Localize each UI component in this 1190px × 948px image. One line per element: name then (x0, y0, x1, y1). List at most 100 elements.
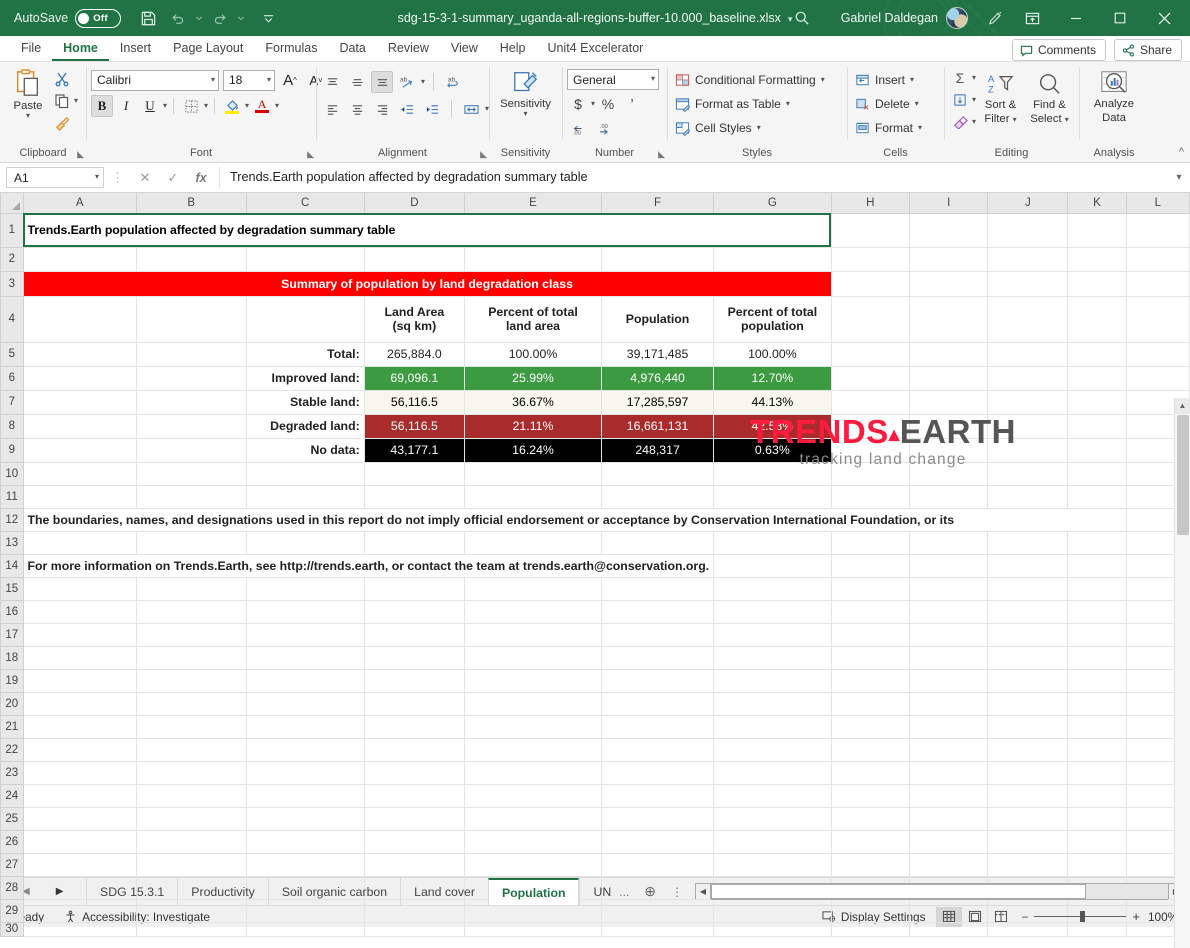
column-header-d[interactable]: D (364, 193, 464, 213)
cell-k11[interactable] (1068, 485, 1126, 508)
cell-j27[interactable] (988, 853, 1068, 876)
cell-d20[interactable] (364, 692, 464, 715)
cell-f13[interactable] (601, 531, 713, 554)
cell-b18[interactable] (136, 646, 246, 669)
name-box-dropdown-icon[interactable]: ▾ (95, 174, 99, 180)
cell-i25[interactable] (910, 807, 988, 830)
cell-k29[interactable] (1068, 899, 1126, 922)
cell-a22[interactable] (23, 738, 136, 761)
close-icon[interactable] (1142, 0, 1186, 36)
cell-g14[interactable] (714, 554, 831, 577)
cell-i10[interactable] (910, 462, 988, 485)
cell-i29[interactable] (910, 899, 988, 922)
cell-b22[interactable] (136, 738, 246, 761)
tab-file[interactable]: File (10, 39, 52, 61)
tab-review[interactable]: Review (377, 39, 440, 61)
row-header-15[interactable]: 15 (1, 577, 24, 600)
number-dialog-launcher[interactable]: ◣ (658, 149, 665, 160)
header-population[interactable]: Population (601, 296, 713, 342)
redo-dropdown-icon[interactable] (235, 4, 247, 32)
row-header-20[interactable]: 20 (1, 692, 24, 715)
vertical-scrollbar[interactable]: ▲ ▼ (1174, 398, 1190, 948)
cell-a27[interactable] (23, 853, 136, 876)
stable-percent-land[interactable]: 36.67% (465, 390, 602, 414)
align-bottom-icon[interactable] (371, 71, 393, 93)
cell-j29[interactable] (988, 899, 1068, 922)
cell-k25[interactable] (1068, 807, 1126, 830)
copy-icon[interactable] (51, 90, 73, 112)
degraded-land-area[interactable]: 56,116.5 (364, 414, 464, 438)
tab-home[interactable]: Home (52, 39, 109, 61)
cell-d25[interactable] (364, 807, 464, 830)
row-header-17[interactable]: 17 (1, 623, 24, 646)
ribbon-display-options-icon[interactable] (1010, 0, 1054, 36)
cell-i1[interactable] (910, 213, 988, 247)
cell-k4[interactable] (1068, 296, 1126, 342)
number-format-dropdown-icon[interactable]: ▾ (645, 76, 655, 82)
conditional-formatting-dropdown-icon[interactable]: ▾ (821, 77, 825, 83)
total-percent-population[interactable]: 100.00% (714, 342, 831, 366)
cell-i27[interactable] (910, 853, 988, 876)
cell-h6[interactable] (831, 366, 909, 390)
cell-g19[interactable] (714, 669, 831, 692)
orientation-icon[interactable]: ab (396, 71, 418, 93)
horizontal-scroll-thumb[interactable] (711, 884, 1086, 899)
row-header-12[interactable]: 12 (1, 508, 24, 531)
cell-j9[interactable] (988, 438, 1068, 462)
cell-g17[interactable] (714, 623, 831, 646)
paste-dropdown-icon[interactable]: ▾ (26, 113, 30, 119)
cell-c11[interactable] (246, 485, 364, 508)
cell-d18[interactable] (364, 646, 464, 669)
cell-f25[interactable] (601, 807, 713, 830)
column-header-h[interactable]: H (831, 193, 909, 213)
cell-e10[interactable] (465, 462, 602, 485)
header-percent-land-area[interactable]: Percent of total land area (465, 296, 602, 342)
cell-i4[interactable] (910, 296, 988, 342)
cell-h24[interactable] (831, 784, 909, 807)
cell-b2[interactable] (136, 247, 246, 271)
zoom-thumb[interactable] (1080, 911, 1085, 922)
paste-button[interactable]: Paste ▾ (5, 64, 51, 119)
row-header-4[interactable]: 4 (1, 296, 24, 342)
cell-a4[interactable] (23, 296, 136, 342)
header-land-area[interactable]: Land Area (sq km) (364, 296, 464, 342)
cell-k17[interactable] (1068, 623, 1126, 646)
sort-and-filter-button[interactable]: A Z Sort & Filter ▾ (976, 67, 1025, 126)
cell-a23[interactable] (23, 761, 136, 784)
percent-format-icon[interactable]: % (597, 93, 619, 115)
comments-button[interactable]: Comments (1012, 39, 1106, 61)
cell-j3[interactable] (988, 271, 1068, 296)
row-header-9[interactable]: 9 (1, 438, 24, 462)
cell-f20[interactable] (601, 692, 713, 715)
row-header-28[interactable]: 28 (1, 876, 24, 899)
row-header-6[interactable]: 6 (1, 366, 24, 390)
cell-i23[interactable] (910, 761, 988, 784)
cell-h25[interactable] (831, 807, 909, 830)
tab-view[interactable]: View (440, 39, 489, 61)
cell-j21[interactable] (988, 715, 1068, 738)
cell-h18[interactable] (831, 646, 909, 669)
clear-icon[interactable] (949, 111, 971, 133)
sensitivity-dropdown-icon[interactable]: ▾ (523, 111, 527, 117)
autosave-control[interactable]: AutoSave Off (14, 9, 121, 28)
tab-formulas[interactable]: Formulas (254, 39, 328, 61)
align-top-icon[interactable] (321, 71, 343, 93)
cell-j6[interactable] (988, 366, 1068, 390)
cell-i26[interactable] (910, 830, 988, 853)
cell-h15[interactable] (831, 577, 909, 600)
collapse-ribbon-icon[interactable]: ^ (1179, 146, 1184, 158)
row-label-degraded-land[interactable]: Degraded land: (246, 414, 364, 438)
formula-input[interactable]: Trends.Earth population affected by degr… (219, 167, 1168, 188)
borders-dropdown-icon[interactable]: ▾ (204, 103, 208, 109)
nodata-percent-population[interactable]: 0.63% (714, 438, 831, 462)
cell-i8[interactable] (910, 414, 988, 438)
cell-b20[interactable] (136, 692, 246, 715)
cell-f16[interactable] (601, 600, 713, 623)
find-and-select-button[interactable]: Find & Select ▾ (1025, 67, 1074, 126)
header-percent-population[interactable]: Percent of total population (714, 296, 831, 342)
avatar[interactable] (946, 7, 968, 29)
analyze-data-button[interactable]: Analyze Data (1084, 64, 1144, 125)
cell-g23[interactable] (714, 761, 831, 784)
underline-button[interactable]: U (139, 95, 161, 117)
cell-h26[interactable] (831, 830, 909, 853)
